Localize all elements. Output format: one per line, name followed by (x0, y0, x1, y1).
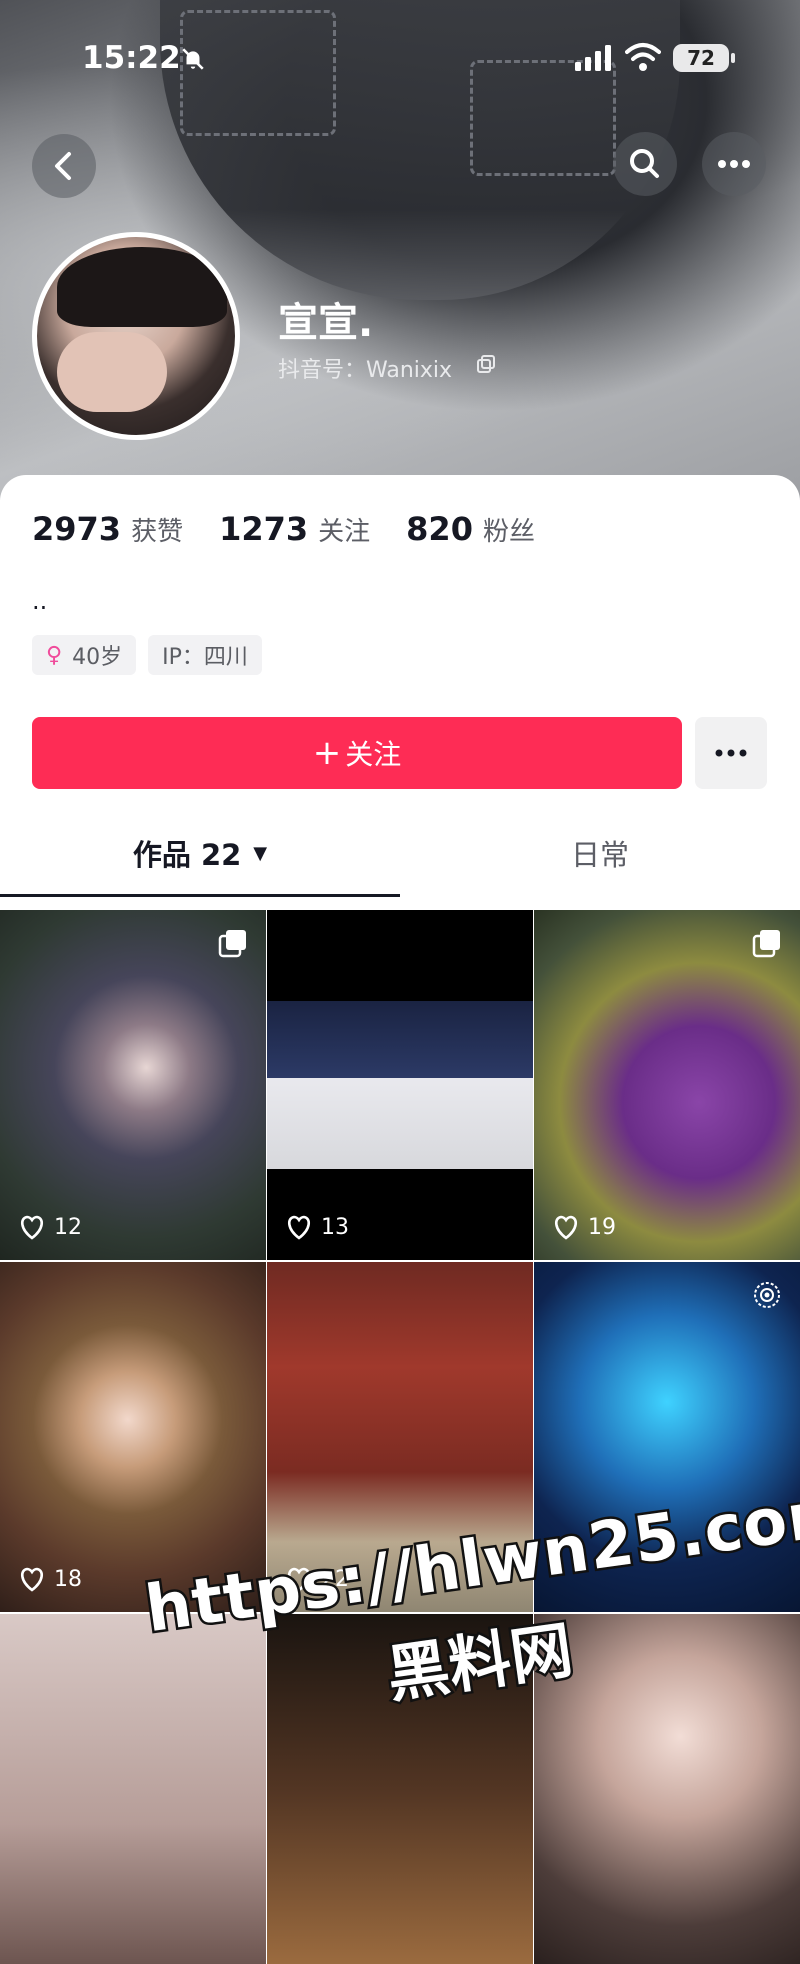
tab-daily[interactable]: 日常 (400, 810, 800, 896)
caret-down-icon: ▼ (253, 842, 268, 864)
tab-works-label: 作品 22 (132, 838, 242, 872)
like-count-text: 13 (321, 1214, 349, 1240)
nickname: 宣宣. (278, 300, 374, 346)
profile-tags: ♀ 40岁 IP：四川 (32, 635, 274, 675)
like-count: 12 (18, 1214, 82, 1240)
bell-muted-icon (182, 48, 204, 70)
douyin-id: 抖音号：Wanixix (278, 358, 453, 383)
post-thumbnail[interactable]: 18 (0, 1262, 266, 1612)
post-grid: 12 13 19 18 22 (0, 910, 800, 1964)
more-button[interactable] (702, 132, 766, 196)
avatar-hand (57, 332, 167, 412)
chevron-left-icon (55, 152, 71, 180)
post-thumbnail[interactable]: 19 (534, 910, 800, 1260)
female-icon: ♀ (46, 642, 63, 668)
follow-label: 关注 (345, 738, 402, 771)
stat-likes[interactable]: 2973 获赞 (32, 510, 183, 548)
status-bar: 15:22 72 (0, 0, 800, 110)
live-icon (754, 1282, 780, 1308)
heart-outline-icon (21, 1215, 43, 1240)
profile-more-button[interactable] (695, 717, 767, 789)
bio-text: .. (32, 587, 48, 615)
avatar-hair (57, 247, 227, 327)
active-tab-indicator (0, 894, 400, 897)
follow-button[interactable]: + 关注 (32, 717, 682, 789)
copy-icon[interactable] (476, 354, 496, 374)
stat-value: 820 (406, 510, 473, 548)
search-icon (630, 149, 659, 178)
stat-label: 关注 (318, 517, 371, 547)
ip-text: IP：四川 (162, 645, 248, 670)
multi-image-icon (752, 930, 780, 958)
tab-daily-label: 日常 (570, 838, 629, 872)
battery-indicator: 72 (673, 44, 735, 72)
stat-label: 粉丝 (482, 517, 535, 547)
like-count: 18 (18, 1566, 82, 1592)
profile-stats: 2973 获赞 1273 关注 820 粉丝 (32, 510, 571, 548)
more-dots-icon (715, 749, 747, 757)
ip-tag: IP：四川 (148, 635, 262, 675)
age-text: 40岁 (72, 645, 123, 670)
heart-outline-icon (555, 1215, 577, 1240)
heart-outline-icon (288, 1215, 310, 1240)
status-time: 15:22 (82, 40, 181, 76)
plus-icon: + (312, 733, 342, 773)
like-count: 13 (285, 1214, 349, 1240)
like-count-text: 19 (588, 1214, 616, 1240)
signal-icon (575, 45, 611, 71)
multi-image-icon (218, 930, 246, 958)
more-dots-icon (718, 160, 750, 168)
stat-value: 2973 (32, 510, 122, 548)
post-thumbnail[interactable]: 13 (267, 910, 533, 1260)
like-count-text: 12 (54, 1214, 82, 1240)
stat-label: 获赞 (131, 517, 184, 547)
heart-outline-icon (21, 1567, 43, 1592)
stat-value: 1273 (219, 510, 309, 548)
avatar[interactable] (32, 232, 240, 440)
post-thumbnail[interactable]: 12 (0, 910, 266, 1260)
like-count: 19 (552, 1214, 616, 1240)
content-tabs: 作品 22 ▼ 日常 (0, 810, 800, 897)
search-button[interactable] (613, 132, 677, 196)
like-count-text: 18 (54, 1566, 82, 1592)
stat-following[interactable]: 1273 关注 (219, 510, 370, 548)
stat-followers[interactable]: 820 粉丝 (406, 510, 535, 548)
age-tag: ♀ 40岁 (32, 635, 137, 675)
wifi-icon (625, 43, 661, 71)
tab-works[interactable]: 作品 22 ▼ (0, 810, 400, 896)
back-button[interactable] (32, 134, 96, 198)
